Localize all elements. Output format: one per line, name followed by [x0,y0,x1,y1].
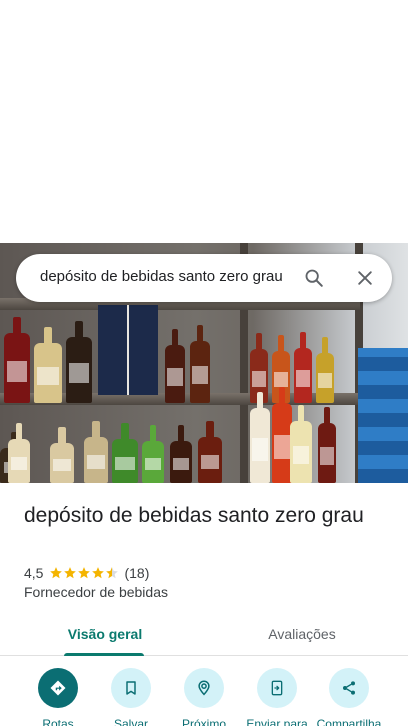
save-label: Salvar [113,717,148,726]
nearby-button[interactable]: Próximo [164,668,244,726]
close-icon [358,271,372,285]
search-bar[interactable]: depósito de bebidas santo zero grau [16,254,392,302]
map-blank-area [0,0,408,243]
tab-overview[interactable]: Visão geral [35,612,175,656]
nearby-circle[interactable] [184,668,224,708]
send-to-phone-circle[interactable] [257,668,297,708]
directions-label: Rotas [42,717,74,726]
beer-crates [358,348,408,483]
share-label: Compartilha [316,717,382,726]
rating-row[interactable]: 4,5 (18) [24,564,149,582]
save-circle[interactable] [111,668,151,708]
nearby-label: Próximo [181,717,226,726]
send-to-phone-icon [271,680,283,696]
tab-reviews[interactable]: Avaliações [232,612,372,656]
bookmark-icon [126,681,136,695]
rating-value: 4,5 [24,565,44,581]
place-category: Fornecedor de bebidas [24,584,168,600]
directions-circle[interactable] [38,668,78,708]
share-circle[interactable] [329,668,369,708]
save-button[interactable]: Salvar [91,668,171,726]
star-icon [50,567,63,579]
directions-icon [50,680,66,696]
place-name: depósito de bebidas santo zero grau [24,504,364,527]
share-button[interactable]: Compartilha [309,668,389,726]
search-icon [305,269,323,287]
bottle-row-bottom [0,413,360,483]
search-button[interactable] [298,262,330,294]
tab-bar: Visão geral Avaliações [0,612,408,656]
share-icon [343,681,355,695]
action-bar: Rotas Salvar Próximo Enviar para Compart… [0,668,408,726]
review-count: (18) [124,565,150,581]
clear-search-button[interactable] [349,262,381,294]
search-input[interactable]: depósito de bebidas santo zero grau [40,268,302,288]
directions-button[interactable]: Rotas [18,668,98,726]
nearby-icon [198,680,210,696]
active-tab-indicator [64,653,144,656]
star-icon [92,567,105,579]
bottle-row-top [0,317,360,403]
rating-stars [49,566,119,580]
star-half-icon [106,567,119,579]
star-icon [64,567,77,579]
send-to-phone-label: Enviar para [246,717,308,726]
star-icon [78,567,91,579]
send-to-phone-button[interactable]: Enviar para [237,668,317,726]
